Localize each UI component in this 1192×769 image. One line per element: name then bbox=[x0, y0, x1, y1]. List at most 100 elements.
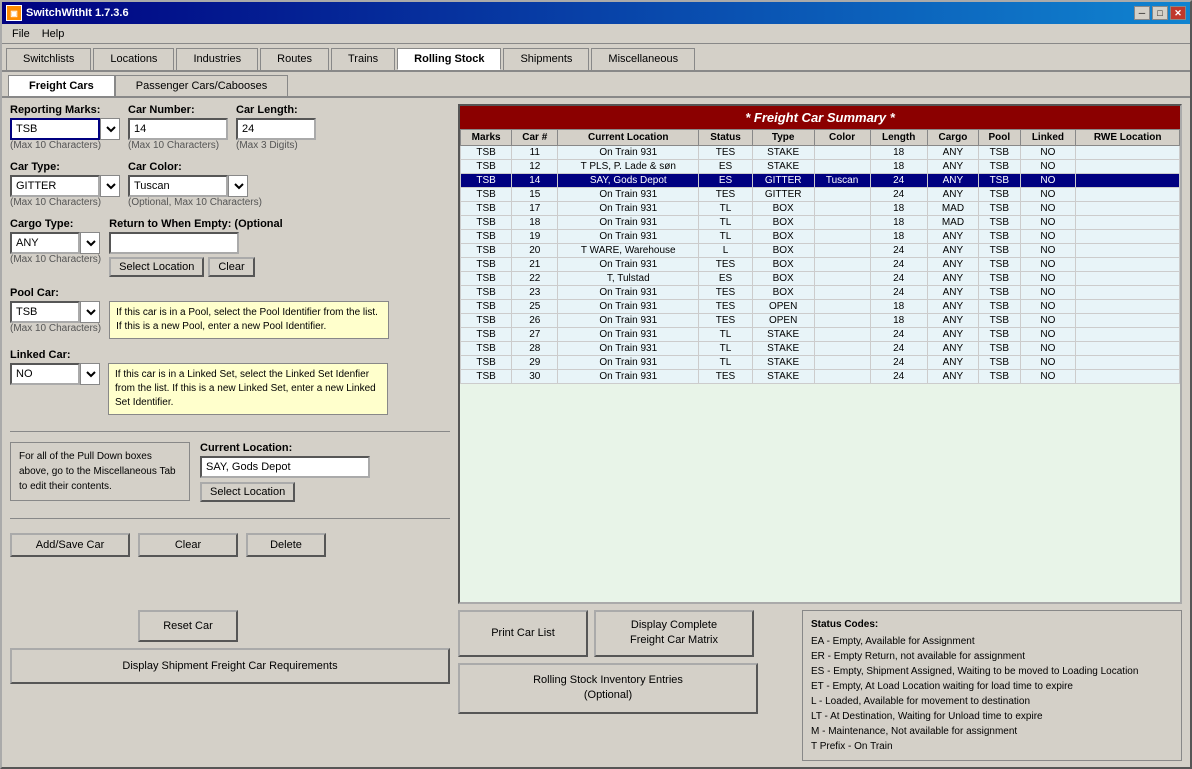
print-car-list-button[interactable]: Print Car List bbox=[458, 610, 588, 657]
minimize-button[interactable]: ─ bbox=[1134, 6, 1150, 20]
sub-tab-passenger-cars[interactable]: Passenger Cars/Cabooses bbox=[115, 75, 288, 96]
col-color: Color bbox=[814, 130, 870, 146]
car-number-input[interactable] bbox=[128, 118, 228, 140]
freight-car-table-container: * Freight Car Summary * Marks Car # Curr… bbox=[458, 104, 1182, 604]
tab-locations[interactable]: Locations bbox=[93, 48, 174, 70]
linked-car-input[interactable] bbox=[10, 363, 80, 385]
table-cell bbox=[1076, 160, 1180, 174]
table-cell: TSB bbox=[979, 356, 1020, 370]
divider2 bbox=[10, 518, 450, 519]
table-row[interactable]: TSB23On Train 931TESBOX24ANYTSBNO bbox=[461, 286, 1180, 300]
tab-industries[interactable]: Industries bbox=[176, 48, 258, 70]
clear-button[interactable]: Clear bbox=[138, 533, 238, 557]
tab-shipments[interactable]: Shipments bbox=[503, 48, 589, 70]
delete-button[interactable]: Delete bbox=[246, 533, 326, 557]
table-cell: BOX bbox=[752, 216, 814, 230]
return-to-empty-input[interactable] bbox=[109, 232, 239, 254]
table-row[interactable]: TSB29On Train 931TLSTAKE24ANYTSBNO bbox=[461, 356, 1180, 370]
sub-tab-freight-cars[interactable]: Freight Cars bbox=[8, 75, 115, 96]
table-row[interactable]: TSB12T PLS, P. Lade & sønESSTAKE18ANYTSB… bbox=[461, 160, 1180, 174]
menu-file[interactable]: File bbox=[6, 26, 36, 42]
table-cell: BOX bbox=[752, 202, 814, 216]
status-code-er: ER - Empty Return, not available for ass… bbox=[811, 649, 1173, 664]
table-cell: NO bbox=[1020, 342, 1076, 356]
table-cell: TSB bbox=[979, 342, 1020, 356]
display-shipment-reqs-button[interactable]: Display Shipment Freight Car Requirement… bbox=[10, 648, 450, 684]
reporting-marks-dropdown[interactable]: ▼ bbox=[100, 118, 120, 140]
table-cell: T WARE, Warehouse bbox=[558, 244, 699, 258]
table-cell: 24 bbox=[870, 328, 927, 342]
car-color-dropdown[interactable]: ▼ bbox=[228, 175, 248, 197]
car-type-dropdown[interactable]: ▼ bbox=[100, 175, 120, 197]
table-row[interactable]: TSB22T, TulstadESBOX24ANYTSBNO bbox=[461, 272, 1180, 286]
table-cell bbox=[814, 188, 870, 202]
status-code-ea: EA - Empty, Available for Assignment bbox=[811, 634, 1173, 649]
car-type-input[interactable] bbox=[10, 175, 100, 197]
select-location-button[interactable]: Select Location bbox=[200, 482, 295, 502]
table-cell: TES bbox=[699, 300, 753, 314]
pool-car-input[interactable] bbox=[10, 301, 80, 323]
table-cell: 18 bbox=[512, 216, 558, 230]
pool-car-dropdown[interactable]: ▼ bbox=[80, 301, 100, 323]
table-row[interactable]: TSB27On Train 931TLSTAKE24ANYTSBNO bbox=[461, 328, 1180, 342]
maximize-button[interactable]: □ bbox=[1152, 6, 1168, 20]
app-window: ▣ SwitchWithIt 1.7.3.6 ─ □ ✕ File Help S… bbox=[0, 0, 1192, 769]
form-row-5: Linked Car: ▼ If this car is in a Linked… bbox=[10, 349, 450, 415]
table-cell: NO bbox=[1020, 300, 1076, 314]
table-row[interactable]: TSB18On Train 931TLBOX18MADTSBNO bbox=[461, 216, 1180, 230]
table-cell bbox=[814, 202, 870, 216]
col-linked: Linked bbox=[1020, 130, 1076, 146]
table-row[interactable]: TSB25On Train 931TESOPEN18ANYTSBNO bbox=[461, 300, 1180, 314]
tab-routes[interactable]: Routes bbox=[260, 48, 329, 70]
status-code-t: T Prefix - On Train bbox=[811, 739, 1173, 754]
clear-top-button[interactable]: Clear bbox=[208, 257, 254, 277]
table-cell: TSB bbox=[461, 342, 512, 356]
table-cell: TSB bbox=[461, 146, 512, 160]
table-row[interactable]: TSB17On Train 931TLBOX18MADTSBNO bbox=[461, 202, 1180, 216]
table-row[interactable]: TSB30On Train 931TESSTAKE24ANYTSBNO bbox=[461, 370, 1180, 384]
table-cell bbox=[1076, 328, 1180, 342]
reset-print-row: Reset Car bbox=[10, 610, 450, 642]
reset-car-button[interactable]: Reset Car bbox=[138, 610, 238, 642]
table-row[interactable]: TSB21On Train 931TESBOX24ANYTSBNO bbox=[461, 258, 1180, 272]
table-cell: TL bbox=[699, 356, 753, 370]
table-cell: 24 bbox=[870, 244, 927, 258]
menu-help[interactable]: Help bbox=[36, 26, 71, 42]
table-cell: TSB bbox=[461, 272, 512, 286]
table-cell: TSB bbox=[979, 216, 1020, 230]
return-to-empty-group: Return to When Empty: (Optional Select L… bbox=[109, 218, 283, 277]
table-row[interactable]: TSB14SAY, Gods DepotESGITTERTuscan24ANYT… bbox=[461, 174, 1180, 188]
current-location-input[interactable] bbox=[200, 456, 370, 478]
table-cell: ANY bbox=[927, 146, 978, 160]
linked-car-dropdown[interactable]: ▼ bbox=[80, 363, 100, 385]
rolling-stock-inventory-button[interactable]: Rolling Stock Inventory Entries(Optional… bbox=[458, 663, 758, 714]
select-location-top-button[interactable]: Select Location bbox=[109, 257, 204, 277]
table-cell: TL bbox=[699, 328, 753, 342]
table-row[interactable]: TSB19On Train 931TLBOX18ANYTSBNO bbox=[461, 230, 1180, 244]
car-length-input[interactable] bbox=[236, 118, 316, 140]
table-cell bbox=[1076, 258, 1180, 272]
cargo-type-input[interactable] bbox=[10, 232, 80, 254]
table-row[interactable]: TSB26On Train 931TESOPEN18ANYTSBNO bbox=[461, 314, 1180, 328]
table-row[interactable]: TSB11On Train 931TESSTAKE18ANYTSBNO bbox=[461, 146, 1180, 160]
display-freight-matrix-button[interactable]: Display CompleteFreight Car Matrix bbox=[594, 610, 754, 657]
table-row[interactable]: TSB15On Train 931TESGITTER24ANYTSBNO bbox=[461, 188, 1180, 202]
car-color-input[interactable] bbox=[128, 175, 228, 197]
table-cell: 24 bbox=[870, 188, 927, 202]
tab-switchlists[interactable]: Switchlists bbox=[6, 48, 91, 70]
status-code-es: ES - Empty, Shipment Assigned, Waiting t… bbox=[811, 664, 1173, 679]
tab-miscellaneous[interactable]: Miscellaneous bbox=[591, 48, 695, 70]
close-button[interactable]: ✕ bbox=[1170, 6, 1186, 20]
tab-rolling-stock[interactable]: Rolling Stock bbox=[397, 48, 501, 70]
tab-trains[interactable]: Trains bbox=[331, 48, 395, 70]
cargo-type-dropdown[interactable]: ▼ bbox=[80, 232, 100, 254]
add-save-button[interactable]: Add/Save Car bbox=[10, 533, 130, 557]
table-cell: ANY bbox=[927, 188, 978, 202]
table-row[interactable]: TSB28On Train 931TLSTAKE24ANYTSBNO bbox=[461, 342, 1180, 356]
reporting-marks-input[interactable] bbox=[10, 118, 100, 140]
table-cell bbox=[1076, 286, 1180, 300]
table-row[interactable]: TSB20T WARE, WarehouseLBOX24ANYTSBNO bbox=[461, 244, 1180, 258]
bottom-right-buttons-col: Print Car List Display CompleteFreight C… bbox=[458, 610, 794, 714]
car-number-sublabel: (Max 10 Characters) bbox=[128, 140, 228, 151]
table-cell: ANY bbox=[927, 160, 978, 174]
